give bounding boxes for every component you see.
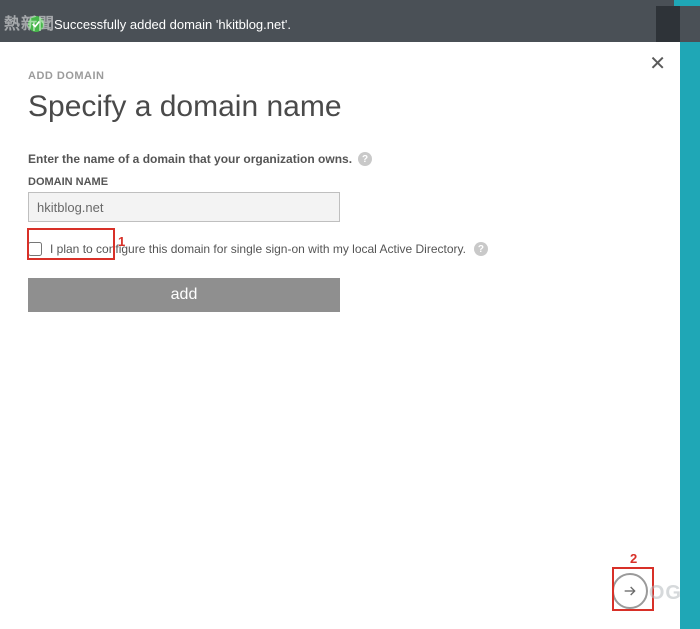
notification-text: Successfully added domain 'hkitblog.net'… xyxy=(54,17,291,32)
close-icon[interactable]: ✕ xyxy=(649,54,666,74)
page-title: Specify a domain name xyxy=(28,90,652,124)
help-icon[interactable]: ? xyxy=(474,242,488,256)
arrow-right-icon xyxy=(622,583,638,599)
add-button[interactable]: add xyxy=(28,278,340,312)
success-icon xyxy=(28,16,44,32)
top-dark-edge xyxy=(656,6,680,42)
sso-label: I plan to configure this domain for sing… xyxy=(50,242,466,256)
next-button[interactable] xyxy=(612,573,648,609)
domain-name-input[interactable] xyxy=(28,192,340,222)
instruction-row: Enter the name of a domain that your org… xyxy=(28,152,652,166)
sso-checkbox[interactable] xyxy=(28,242,42,256)
domain-name-label: DOMAIN NAME xyxy=(28,176,652,188)
breadcrumb: ADD DOMAIN xyxy=(28,70,652,82)
accent-stripe-right xyxy=(680,42,700,629)
sso-row: I plan to configure this domain for sing… xyxy=(28,242,652,256)
instruction-text: Enter the name of a domain that your org… xyxy=(28,152,352,166)
help-icon[interactable]: ? xyxy=(358,152,372,166)
notification-bar: Successfully added domain 'hkitblog.net'… xyxy=(0,6,700,42)
dialog-body: ✕ ADD DOMAIN Specify a domain name Enter… xyxy=(0,42,680,629)
